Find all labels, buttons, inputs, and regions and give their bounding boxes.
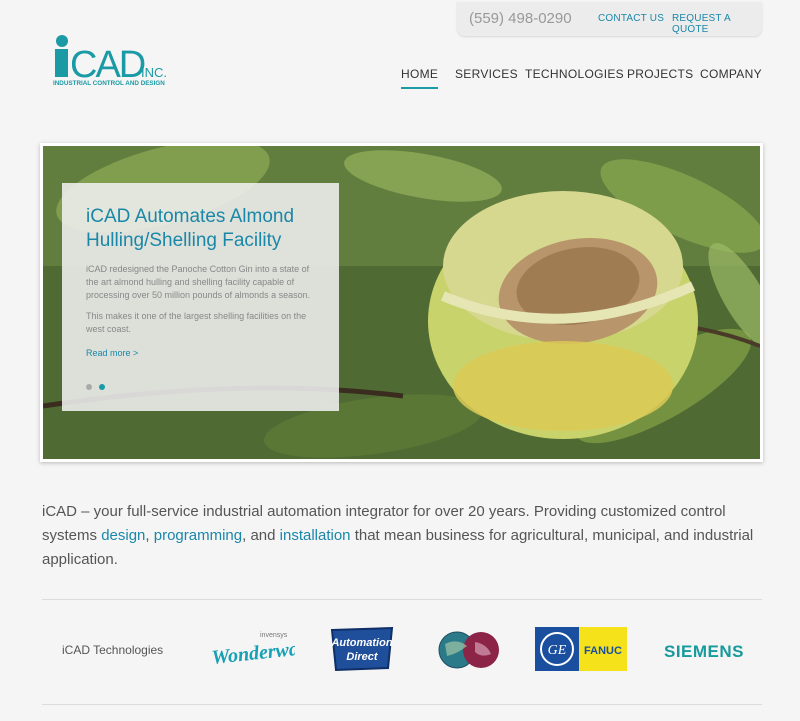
hero-caption: iCAD Automates Almond Hulling/Shelling F… [62, 183, 339, 411]
svg-text:Wonderware: Wonderware [211, 636, 295, 669]
svg-text:GE: GE [548, 643, 567, 658]
logo[interactable]: CAD INC. INDUSTRIAL CONTROL AND DESIGN [52, 35, 172, 87]
divider [42, 704, 762, 705]
hero-slider: iCAD Automates Almond Hulling/Shelling F… [40, 143, 763, 462]
intro-paragraph: iCAD – your full-service industrial auto… [42, 500, 762, 572]
logo-tagline: INDUSTRIAL CONTROL AND DESIGN [53, 80, 165, 87]
divider [42, 599, 762, 600]
slide-dot-1[interactable] [86, 384, 92, 390]
automation-direct-logo[interactable]: Automation Direct [326, 624, 398, 674]
read-more-link[interactable]: Read more > [86, 348, 315, 358]
programming-link[interactable]: programming [154, 527, 242, 544]
slider-dots [86, 377, 108, 395]
hero-image-almond: iCAD Automates Almond Hulling/Shelling F… [43, 146, 760, 459]
slide-dot-2[interactable] [99, 384, 106, 390]
request-quote-link[interactable]: REQUEST A QUOTE [672, 13, 762, 35]
ge-fanuc-logo[interactable]: GE FANUC [535, 627, 627, 671]
svg-text:FANUC: FANUC [584, 645, 622, 657]
nav-technologies[interactable]: TECHNOLOGIES [525, 67, 624, 81]
intro-separator: , and [242, 527, 280, 544]
svg-text:Automation: Automation [330, 637, 392, 649]
svg-text:invensys: invensys [260, 632, 288, 639]
svg-text:Direct: Direct [346, 651, 379, 663]
design-link[interactable]: design [101, 527, 145, 544]
top-utility-bar: (559) 498-0290 CONTACT US REQUEST A QUOT… [457, 2, 762, 36]
intro-separator: , [145, 527, 154, 544]
installation-link[interactable]: installation [280, 527, 351, 544]
siemens-logo[interactable]: SIEMENS [664, 638, 754, 662]
nav-projects[interactable]: PROJECTS [627, 67, 693, 81]
wonderware-logo[interactable]: invensys Wonderware [210, 628, 317, 670]
hero-text: iCAD redesigned the Panoche Cotton Gin i… [86, 264, 311, 300]
nav-company[interactable]: COMPANY [700, 67, 762, 81]
hero-title: iCAD Automates Almond Hulling/Shelling F… [86, 206, 295, 251]
logo-suffix: INC. [141, 65, 167, 80]
technologies-label: iCAD Technologies [62, 643, 164, 657]
hero-text-secondary: This makes it one of the largest shellin… [86, 311, 307, 334]
nav-home[interactable]: HOME [401, 67, 439, 89]
svg-text:SIEMENS: SIEMENS [664, 642, 744, 661]
phone-number[interactable]: (559) 498-0290 [469, 10, 572, 27]
contact-us-link[interactable]: CONTACT US [598, 13, 664, 24]
nav-services[interactable]: SERVICES [455, 67, 518, 81]
globe-partner-logo[interactable] [435, 628, 503, 672]
